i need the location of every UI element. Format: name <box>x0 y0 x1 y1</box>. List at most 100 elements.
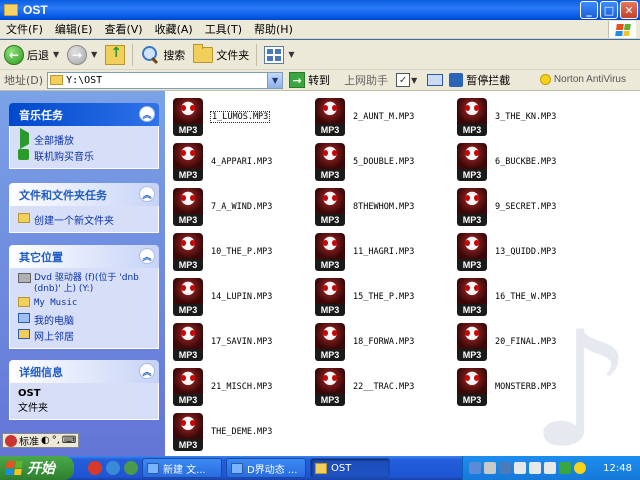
mp3-file-icon: MP3 <box>457 368 487 406</box>
collapse-icon[interactable]: ︽ <box>139 248 155 264</box>
file-item[interactable]: MP3 8THEWHOM.MP3 <box>315 185 455 229</box>
network-icon[interactable] <box>499 462 511 474</box>
file-list[interactable]: ♪ MP3 1_LUMOS.MP3 MP3 2_AUNT_M.MP3 MP3 3_THE_… <box>165 91 640 456</box>
menu-help[interactable]: 帮助(H) <box>248 21 299 37</box>
file-item[interactable]: MP3 21_MISCH.MP3 <box>173 365 313 409</box>
mail-icon[interactable] <box>427 74 444 86</box>
tray-app-icon[interactable] <box>559 462 571 474</box>
maximize-button[interactable]: □ <box>600 1 618 19</box>
helper-button[interactable]: 上网助手 <box>344 72 388 88</box>
taskbar-button-notepad[interactable]: 新建 文... <box>142 458 222 478</box>
norton-toolbar[interactable]: Norton AntiVirus <box>539 74 626 85</box>
file-item[interactable]: MP3 THE_DEME.MP3 <box>173 410 313 454</box>
volume-icon[interactable] <box>484 462 496 474</box>
chevron-down-icon[interactable]: ▼ <box>411 76 417 85</box>
punctuation-icon[interactable]: °, <box>52 435 60 446</box>
file-name: 5_DOUBLE.MP3 <box>353 157 415 167</box>
ime-logo-icon[interactable] <box>5 434 17 447</box>
ie-icon[interactable] <box>106 461 120 475</box>
network-places-link[interactable]: 网上邻居 <box>18 327 150 343</box>
file-item[interactable]: MP3 11_HAGRI.MP3 <box>315 230 455 274</box>
details-header[interactable]: 详细信息 ︽ <box>9 360 159 383</box>
search-button[interactable]: 搜索 <box>136 42 189 68</box>
my-music-link[interactable]: My Music <box>18 295 150 311</box>
file-item[interactable]: MP3 7_A_WIND.MP3 <box>173 185 313 229</box>
mp3-file-icon: MP3 <box>315 323 345 361</box>
file-item[interactable]: MP3 6_BUCKBE.MP3 <box>457 140 597 184</box>
menu-file[interactable]: 文件(F) <box>0 21 49 37</box>
check-icon[interactable]: ✓ <box>396 73 411 87</box>
file-item[interactable]: MP3 1_LUMOS.MP3 <box>173 95 313 139</box>
folder-icon <box>50 75 64 85</box>
collapse-icon[interactable]: ︽ <box>139 106 155 122</box>
other-places-header[interactable]: 其它位置 ︽ <box>9 245 159 268</box>
menu-edit[interactable]: 编辑(E) <box>49 21 99 37</box>
chevron-down-icon[interactable]: ▼ <box>267 72 283 88</box>
chevron-down-icon[interactable]: ▼ <box>288 50 294 59</box>
views-button[interactable]: ▼ <box>260 42 298 68</box>
file-item[interactable]: MP3 17_SAVIN.MP3 <box>173 320 313 364</box>
quick-launch-app-icon[interactable] <box>88 461 102 475</box>
taskbar-button-ost[interactable]: OST <box>310 458 390 478</box>
go-arrow-icon[interactable]: → <box>289 72 306 88</box>
music-tasks-header[interactable]: 音乐任务 ︽ <box>9 103 159 126</box>
file-item[interactable]: MP3 14_LUPIN.MP3 <box>173 275 313 319</box>
file-item[interactable]: MP3 15_THE_P.MP3 <box>315 275 455 319</box>
taskbar-button-label: 新建 文... <box>163 464 206 476</box>
my-computer-link[interactable]: 我的电脑 <box>18 311 150 327</box>
collapse-icon[interactable]: ︽ <box>139 363 155 379</box>
qq-icon[interactable] <box>514 462 526 474</box>
menu-favorites[interactable]: 收藏(A) <box>149 21 199 37</box>
file-item[interactable]: MP3 16_THE_W.MP3 <box>457 275 597 319</box>
play-all-link[interactable]: 全部播放 <box>18 128 150 149</box>
file-name: 10_THE_P.MP3 <box>211 247 273 257</box>
qq-icon[interactable] <box>544 462 556 474</box>
norton-icon <box>539 74 551 85</box>
details-body: OST 文件夹 <box>9 383 159 420</box>
new-folder-link[interactable]: 创建一个新文件夹 <box>18 211 150 227</box>
clock[interactable]: 12:48 <box>603 463 632 474</box>
back-button[interactable]: ← 后退 ▼ <box>0 42 63 68</box>
file-item[interactable]: MP3 10_THE_P.MP3 <box>173 230 313 274</box>
address-input[interactable]: Y:\OST ▼ <box>47 71 284 89</box>
file-item[interactable]: MP3 9_SECRET.MP3 <box>457 185 597 229</box>
file-name: THE_DEME.MP3 <box>211 427 273 437</box>
up-button[interactable] <box>101 42 129 68</box>
go-button[interactable]: 转到 <box>308 72 330 88</box>
taskbar-button-browser[interactable]: D界动态 ... <box>226 458 306 478</box>
file-item[interactable]: MP3 22__TRAC.MP3 <box>315 365 455 409</box>
file-item[interactable]: MP3 3_THE_KN.MP3 <box>457 95 597 139</box>
folder-icon <box>193 43 214 63</box>
file-item[interactable]: MP3 2_AUNT_M.MP3 <box>315 95 455 139</box>
file-name: MONSTERB.MP3 <box>495 382 557 392</box>
tray-app-icon[interactable] <box>469 462 481 474</box>
forward-button[interactable]: → ▼ <box>63 42 101 68</box>
file-item[interactable]: MP3 4_APPARI.MP3 <box>173 140 313 184</box>
file-item[interactable]: MP3 5_DOUBLE.MP3 <box>315 140 455 184</box>
close-button[interactable]: ✕ <box>620 1 638 19</box>
minimize-button[interactable]: _ <box>580 1 598 19</box>
dvd-drive-link[interactable]: Dvd 驱动器 (f)(位于 'dnb (dnb)' 上) (Y:) <box>18 273 150 295</box>
menu-tools[interactable]: 工具(T) <box>199 21 248 37</box>
file-item[interactable]: MP3 13_QUIDD.MP3 <box>457 230 597 274</box>
popup-block-button[interactable]: 暂停拦截 <box>466 72 510 88</box>
menu-view[interactable]: 查看(V) <box>98 21 148 37</box>
ime-mode[interactable]: 标准 <box>19 433 39 448</box>
moon-icon[interactable]: ◐ <box>41 435 50 446</box>
start-button[interactable]: 开始 <box>0 456 74 480</box>
norton-icon[interactable] <box>574 462 586 474</box>
media-player-icon[interactable] <box>124 461 138 475</box>
qq-icon[interactable] <box>529 462 541 474</box>
keyboard-icon[interactable]: ⌨ <box>62 435 76 446</box>
file-item[interactable]: MP3 MONSTERB.MP3 <box>457 365 597 409</box>
chevron-down-icon[interactable]: ▼ <box>53 50 59 59</box>
folders-button[interactable]: 文件夹 <box>189 42 253 68</box>
file-item[interactable]: MP3 20_FINAL.MP3 <box>457 320 597 364</box>
file-tasks-header[interactable]: 文件和文件夹任务 ︽ <box>9 183 159 206</box>
chevron-down-icon[interactable]: ▼ <box>91 50 97 59</box>
collapse-icon[interactable]: ︽ <box>139 186 155 202</box>
taskbar-button-label: D界动态 ... <box>247 464 298 476</box>
buy-music-link[interactable]: 联机购买音乐 <box>18 147 150 163</box>
folder-icon <box>18 297 30 307</box>
file-item[interactable]: MP3 18_FORWA.MP3 <box>315 320 455 364</box>
